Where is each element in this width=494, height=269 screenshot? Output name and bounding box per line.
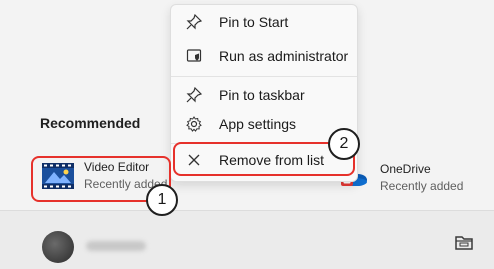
step-badge-1: 1 <box>146 184 178 216</box>
menu-item-label: App settings <box>219 116 297 132</box>
menu-item-run-as-administrator[interactable]: Run as administrator <box>179 41 349 71</box>
menu-item-label: Run as administrator <box>219 48 349 64</box>
menu-item-label: Pin to Start <box>219 14 289 30</box>
recommended-item-sublabel: Recently added <box>380 179 464 193</box>
menu-item-pin-to-start[interactable]: Pin to Start <box>179 7 349 37</box>
file-explorer-icon[interactable] <box>454 232 474 252</box>
menu-item-label: Pin to taskbar <box>219 87 305 103</box>
pin-icon <box>183 87 205 103</box>
pin-icon <box>183 14 205 30</box>
menu-item-app-settings[interactable]: App settings <box>179 109 349 139</box>
user-avatar[interactable] <box>42 231 74 263</box>
shield-icon <box>183 48 205 64</box>
gear-icon <box>183 116 205 132</box>
menu-item-pin-to-taskbar[interactable]: Pin to taskbar <box>179 80 349 110</box>
menu-divider <box>171 76 357 77</box>
step-badge-2: 2 <box>328 128 360 160</box>
start-footer-bar <box>0 210 494 269</box>
recommended-heading: Recommended <box>40 115 141 131</box>
user-name-blurred[interactable] <box>86 241 146 251</box>
recommended-item-label: OneDrive <box>380 162 431 176</box>
